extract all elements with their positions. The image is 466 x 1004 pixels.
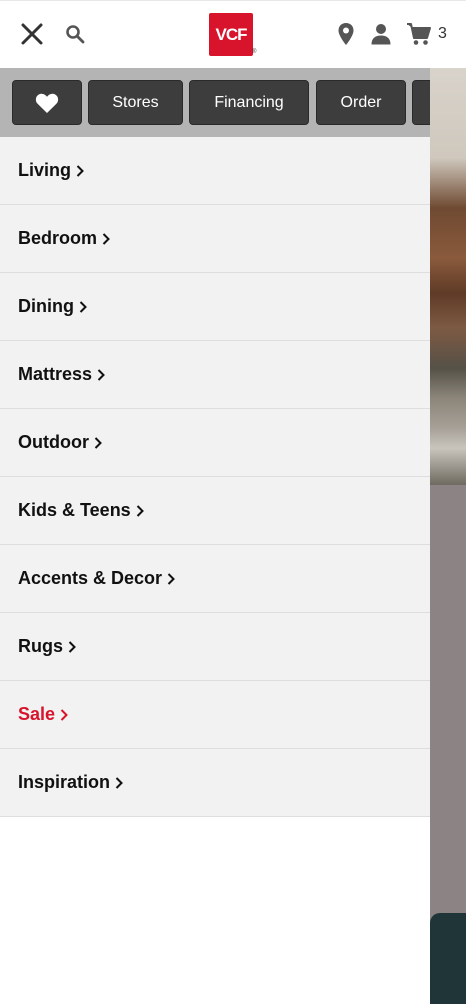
menu-item-dining[interactable]: Dining (0, 273, 430, 341)
chevron-right-icon (102, 232, 110, 245)
menu-item-label: Living (18, 160, 71, 180)
menu-item-label: Outdoor (18, 432, 89, 452)
financing-button[interactable]: Financing (189, 80, 309, 125)
menu-item-label: Accents & Decor (18, 568, 163, 588)
stores-button[interactable]: Stores (88, 80, 183, 125)
more-quick-link-button[interactable] (412, 80, 430, 125)
favorites-button[interactable] (12, 80, 82, 125)
menu-item-label: Sale (18, 704, 56, 724)
close-icon[interactable] (20, 22, 44, 46)
menu-item-rugs[interactable]: Rugs (0, 613, 430, 681)
chevron-right-icon (115, 776, 123, 789)
menu-item-label: Dining (18, 296, 74, 316)
menu-item-bedroom[interactable]: Bedroom (0, 205, 430, 273)
menu-item-kids-teens[interactable]: Kids & Teens (0, 477, 430, 545)
background-page (430, 68, 466, 1004)
chevron-right-icon (60, 708, 68, 721)
chevron-right-icon (68, 640, 76, 653)
heart-icon (35, 93, 59, 113)
menu-item-label: Bedroom (18, 228, 98, 248)
chevron-right-icon (79, 300, 87, 313)
user-icon[interactable] (370, 23, 392, 45)
chevron-right-icon (136, 504, 144, 517)
chevron-right-icon (97, 368, 105, 381)
background-photo (430, 68, 466, 485)
menu-item-outdoor[interactable]: Outdoor (0, 409, 430, 477)
chevron-right-icon (76, 164, 84, 177)
menu-item-mattress[interactable]: Mattress (0, 341, 430, 409)
menu-item-label: Kids & Teens (18, 500, 131, 520)
menu-item-label: Mattress (18, 364, 93, 384)
menu-item-inspiration[interactable]: Inspiration (0, 749, 430, 817)
menu-item-sale[interactable]: Sale (0, 681, 430, 749)
chevron-right-icon (94, 436, 102, 449)
quick-links-bar: Stores Financing Order (0, 68, 430, 137)
location-pin-icon[interactable] (337, 22, 355, 46)
header: VCF ® 3 (0, 0, 466, 68)
registered-mark: ® (252, 49, 257, 55)
cart-count: 3 (438, 25, 447, 42)
cart-icon[interactable] (406, 21, 432, 47)
menu-item-label: Rugs (18, 636, 63, 656)
menu-item-accents-decor[interactable]: Accents & Decor (0, 545, 430, 613)
chevron-right-icon (167, 572, 175, 585)
background-footer-panel (430, 913, 466, 1004)
order-button[interactable]: Order (316, 80, 406, 125)
menu-item-label: Inspiration (18, 772, 111, 792)
search-icon[interactable] (65, 24, 85, 44)
category-menu: Living Bedroom Dining Mattress Outdoor K… (0, 137, 430, 1004)
menu-item-living[interactable]: Living (0, 137, 430, 205)
vcf-logo[interactable]: VCF (209, 13, 253, 56)
